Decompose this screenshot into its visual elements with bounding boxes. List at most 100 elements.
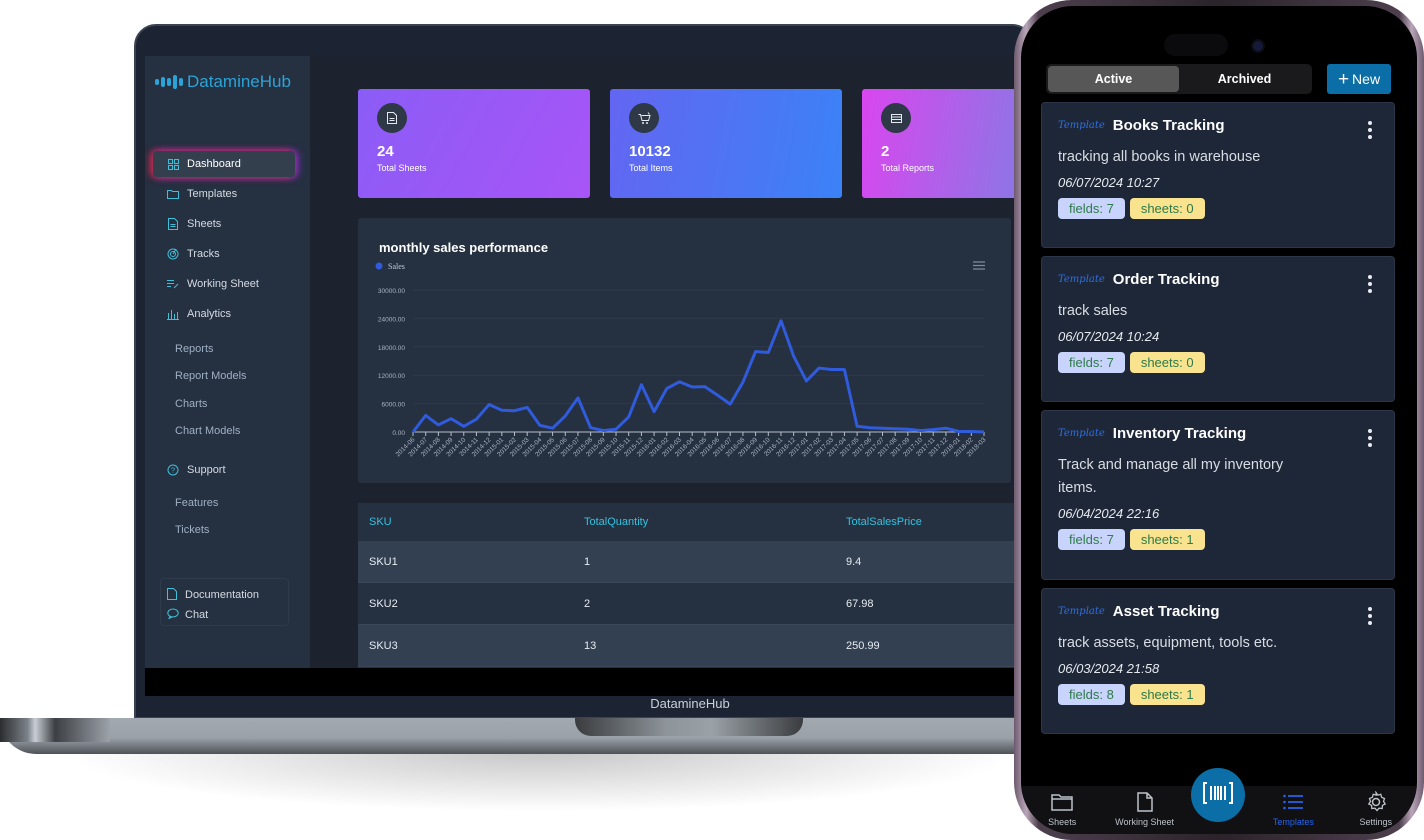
template-card[interactable]: Template Asset Tracking track assets, eq… — [1041, 588, 1395, 734]
table-row[interactable]: SKU1 1 9.4 — [358, 541, 1018, 583]
sales-chart-card: monthly sales performance Sales 0.00 6000.… — [358, 218, 1011, 483]
folder-icon — [167, 188, 179, 200]
table-row[interactable]: SKU2 2 67.98 — [358, 583, 1018, 625]
cell-sku: SKU3 — [369, 639, 398, 652]
help-circle-icon: ? — [167, 464, 179, 476]
legend-marker — [375, 262, 383, 270]
bottom-nav-working-sheet[interactable]: Working Sheet — [1110, 790, 1180, 827]
more-options-icon[interactable] — [1368, 605, 1372, 626]
cart-icon — [629, 103, 659, 133]
more-options-icon[interactable] — [1368, 119, 1372, 140]
logo-text: DatamineHub — [187, 72, 291, 91]
template-description: Track and manage all my inventory items. — [1058, 457, 1284, 496]
chat-link[interactable]: Chat — [167, 605, 282, 625]
chat-icon — [167, 608, 179, 622]
template-date: 06/07/2024 10:24 — [1058, 329, 1160, 344]
gear-icon — [1365, 790, 1387, 814]
fields-count-badge: fields: 7 — [1058, 198, 1125, 219]
template-title: Order Tracking — [1112, 271, 1220, 288]
scan-fab-button[interactable] — [1191, 768, 1245, 822]
column-header-total-quantity[interactable]: TotalQuantity — [573, 516, 835, 528]
stat-card-total-sheets[interactable]: 24 Total Sheets — [358, 89, 590, 198]
bottom-nav-label: Sheets — [1048, 817, 1077, 827]
list-edit-icon — [167, 278, 179, 290]
legend-label: Sales — [388, 262, 405, 271]
documentation-link[interactable]: Documentation — [167, 585, 282, 605]
table-icon — [881, 103, 911, 133]
sidebar-item-support[interactable]: ? Support — [153, 457, 295, 483]
more-options-icon[interactable] — [1368, 427, 1372, 448]
stat-value: 2 — [881, 143, 890, 160]
cell-total-sales-price: 67.98 — [846, 597, 874, 610]
y-tick-label: 18000.00 — [378, 345, 405, 352]
sidebar-subitem-charts[interactable]: Charts — [153, 390, 295, 418]
laptop-shadow — [60, 752, 1020, 812]
laptop-notch — [575, 718, 803, 736]
sidebar-subitem-reports[interactable]: Reports — [153, 335, 295, 363]
bottom-nav-settings[interactable]: Settings — [1341, 790, 1411, 827]
y-tick-label: 12000.00 — [378, 373, 405, 380]
barcode-scan-icon — [1203, 782, 1233, 808]
sidebar-subitem-report-models[interactable]: Report Models — [153, 363, 295, 391]
more-options-icon[interactable] — [1368, 273, 1372, 294]
file-icon — [377, 103, 407, 133]
sales-line-chart: Sales 0.00 6000.00 12000.00 18000.00 24000.00… — [375, 262, 988, 458]
new-button-label: New — [1352, 71, 1381, 87]
template-description: tracking all books in warehouse — [1058, 149, 1261, 165]
tab-active[interactable]: Active — [1048, 66, 1179, 92]
bar-chart-icon — [167, 308, 179, 320]
cell-total-quantity: 13 — [584, 639, 597, 652]
bottom-nav-templates[interactable]: Templates — [1258, 790, 1328, 827]
sidebar-item-label: Templates — [187, 188, 238, 200]
grid-icon — [167, 158, 179, 170]
cell-total-quantity: 2 — [584, 597, 591, 610]
sidebar-item-sheets[interactable]: Sheets — [153, 211, 295, 237]
cell-total-sales-price: 9.4 — [846, 555, 862, 568]
column-header-total-sales-price[interactable]: TotalSalesPrice — [835, 516, 1015, 528]
stat-card-total-reports[interactable]: 2 Total Reports — [862, 89, 1025, 198]
dashboard-main: 24 Total Sheets 10132 Total Items 2 Tota… — [310, 56, 1025, 668]
sidebar-item-label: Tracks — [187, 248, 220, 260]
template-description: track sales — [1058, 303, 1128, 319]
stat-card-total-items[interactable]: 10132 Total Items — [610, 89, 842, 198]
logo-icon — [155, 75, 183, 89]
app-logo[interactable]: DatamineHub — [155, 72, 291, 92]
sidebar-item-templates[interactable]: Templates — [153, 181, 295, 207]
sidebar-item-label: Support — [187, 464, 226, 476]
column-header-sku[interactable]: SKU — [358, 516, 573, 528]
status-segmented-control: Active Archived — [1046, 64, 1312, 94]
y-tick-label: 6000.00 — [382, 402, 406, 409]
template-title: Books Tracking — [1112, 117, 1225, 134]
dynamic-island — [1164, 34, 1228, 56]
laptop-base-edge — [0, 718, 110, 742]
documentation-label: Documentation — [185, 589, 259, 601]
sidebar-item-label: Analytics — [187, 308, 232, 320]
table-row[interactable]: SKU3 13 250.99 — [358, 625, 1018, 667]
bottom-nav-label: Templates — [1272, 817, 1314, 827]
sheets-count-badge: sheets: 0 — [1129, 198, 1205, 219]
template-date: 06/04/2024 22:16 — [1058, 506, 1160, 521]
sidebar-item-working-sheet[interactable]: Working Sheet — [153, 271, 295, 297]
stat-label: Total Sheets — [377, 163, 427, 173]
sidebar-item-tracks[interactable]: Tracks — [153, 241, 295, 267]
template-card[interactable]: Template Order Tracking track sales 06/0… — [1041, 256, 1395, 402]
svg-text:?: ? — [171, 466, 175, 475]
tab-archived[interactable]: Archived — [1179, 66, 1310, 92]
new-template-button[interactable]: + New — [1327, 64, 1391, 94]
template-card[interactable]: Template Inventory Tracking Track and ma… — [1041, 410, 1395, 580]
sidebar-subitem-tickets[interactable]: Tickets — [153, 517, 295, 545]
fields-count-badge: fields: 7 — [1058, 352, 1125, 373]
template-date: 06/03/2024 21:58 — [1058, 661, 1160, 676]
list-icon — [1283, 790, 1304, 814]
sidebar-subitem-features[interactable]: Features — [153, 489, 295, 517]
template-card[interactable]: Template Books Tracking tracking all boo… — [1041, 102, 1395, 248]
sidebar-item-analytics[interactable]: Analytics — [153, 301, 295, 327]
help-links-box: Documentation Chat — [160, 578, 289, 626]
sidebar-subitem-chart-models[interactable]: Chart Models — [153, 418, 295, 446]
sidebar-item-label: Working Sheet — [187, 278, 259, 290]
bottom-nav-label: Settings — [1359, 817, 1393, 827]
template-description: track assets, equipment, tools etc. — [1058, 635, 1278, 651]
bottom-nav-sheets[interactable]: Sheets — [1027, 790, 1097, 827]
sidebar-item-dashboard[interactable]: Dashboard — [153, 151, 295, 177]
document-icon — [167, 587, 179, 603]
